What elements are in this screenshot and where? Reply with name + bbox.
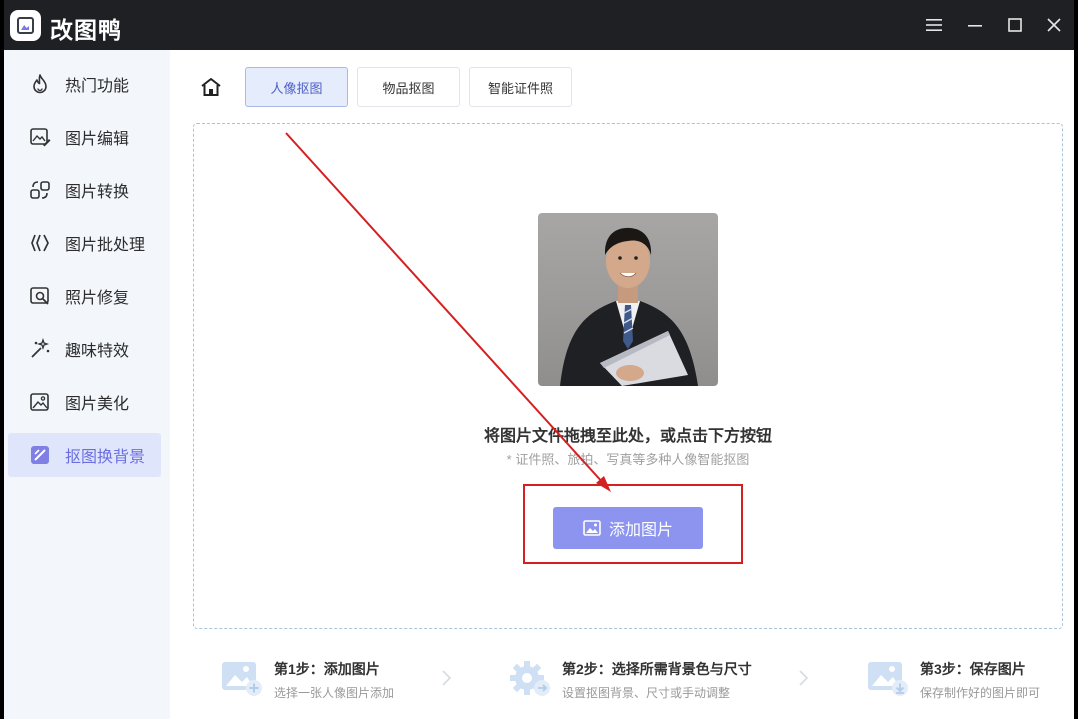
maximize-icon — [1008, 18, 1022, 32]
tab-smart-id-photo[interactable]: 智能证件照 — [469, 67, 572, 107]
magic-wand-icon — [28, 337, 52, 361]
sidebar-item-repair[interactable]: 照片修复 — [8, 274, 161, 318]
drop-zone[interactable]: 将图片文件拖拽至此处，或点击下方按钮 * 证件照、旅拍、写真等多种人像智能抠图 … — [193, 123, 1063, 629]
sidebar-item-batch[interactable]: 图片批处理 — [8, 221, 161, 265]
flame-icon — [28, 72, 52, 96]
sample-portrait-image — [538, 213, 718, 386]
app-window: 改图鸭 热门功能 图片编辑 图片转换 图片批处理 照片修复 趣味特效 图片美化 … — [0, 0, 1078, 719]
batch-icon — [28, 231, 52, 255]
menu-button[interactable] — [918, 10, 950, 40]
settings-step-icon — [510, 661, 550, 696]
photo-repair-icon — [28, 284, 52, 308]
sidebar-item-label: 照片修复 — [65, 290, 130, 307]
step-1: 第1步：添加图片 选择一张人像图片添加 — [220, 654, 450, 704]
drop-zone-title: 将图片文件拖拽至此处，或点击下方按钮 — [483, 428, 772, 445]
sidebar-item-effects[interactable]: 趣味特效 — [8, 327, 161, 371]
image-beautify-icon — [28, 390, 52, 414]
drop-zone-subtitle: * 证件照、旅拍、写真等多种人像智能抠图 — [506, 452, 750, 467]
main-panel: 人像抠图 物品抠图 智能证件照 将图片文件拖拽至此处，或点击下方按钮 * 证件照… — [170, 50, 1074, 719]
step-title: 第3步：保存图片 — [920, 661, 1026, 677]
close-icon — [1047, 18, 1061, 32]
sidebar-item-label: 图片编辑 — [65, 131, 130, 148]
minimize-button[interactable] — [959, 10, 991, 40]
step-description: 保存制作好的图片即可 — [920, 686, 1041, 700]
sidebar-item-label: 图片美化 — [65, 396, 130, 413]
sidebar-item-label: 热门功能 — [65, 78, 130, 95]
image-icon — [583, 520, 601, 536]
tab-object-cutout[interactable]: 物品抠图 — [357, 67, 460, 107]
step-title: 第2步：选择所需背景色与尺寸 — [562, 661, 752, 677]
chevron-right-icon — [442, 670, 452, 686]
sidebar-item-hot[interactable]: 热门功能 — [8, 62, 161, 106]
step-2: 第2步：选择所需背景色与尺寸 设置抠图背景、尺寸或手动调整 — [508, 654, 788, 704]
close-button[interactable] — [1038, 10, 1070, 40]
app-logo-icon — [10, 10, 41, 41]
convert-icon — [28, 178, 52, 202]
sidebar-item-label: 抠图换背景 — [65, 449, 146, 466]
home-icon — [201, 78, 221, 96]
hamburger-icon — [926, 19, 942, 31]
sidebar-item-convert[interactable]: 图片转换 — [8, 168, 161, 212]
title-bar: 改图鸭 — [4, 0, 1074, 50]
add-image-button[interactable]: 添加图片 — [553, 507, 703, 549]
chevron-right-icon — [799, 670, 809, 686]
sidebar-item-label: 图片转换 — [65, 184, 130, 201]
add-image-button-label: 添加图片 — [608, 522, 673, 539]
step-title: 第1步：添加图片 — [274, 661, 380, 677]
sidebar-item-label: 趣味特效 — [65, 343, 130, 360]
sidebar-item-beautify[interactable]: 图片美化 — [8, 380, 161, 424]
maximize-button[interactable] — [999, 10, 1031, 40]
sidebar: 热门功能 图片编辑 图片转换 图片批处理 照片修复 趣味特效 图片美化 抠图换背… — [4, 50, 170, 719]
app-title: 改图鸭 — [50, 17, 122, 43]
cutout-icon — [28, 443, 52, 467]
sidebar-item-label: 图片批处理 — [65, 237, 146, 254]
step-3: 第3步：保存图片 保存制作好的图片即可 — [866, 654, 1066, 704]
sidebar-item-image-edit[interactable]: 图片编辑 — [8, 115, 161, 159]
step-description: 设置抠图背景、尺寸或手动调整 — [562, 686, 731, 700]
sidebar-item-cutout[interactable]: 抠图换背景 — [8, 433, 161, 477]
step-description: 选择一张人像图片添加 — [274, 686, 395, 700]
add-image-step-icon — [222, 662, 262, 696]
home-button[interactable] — [198, 74, 224, 100]
minimize-icon — [968, 25, 982, 27]
image-edit-icon — [28, 125, 52, 149]
save-image-step-icon — [868, 662, 908, 696]
tab-portrait-cutout[interactable]: 人像抠图 — [245, 67, 348, 107]
